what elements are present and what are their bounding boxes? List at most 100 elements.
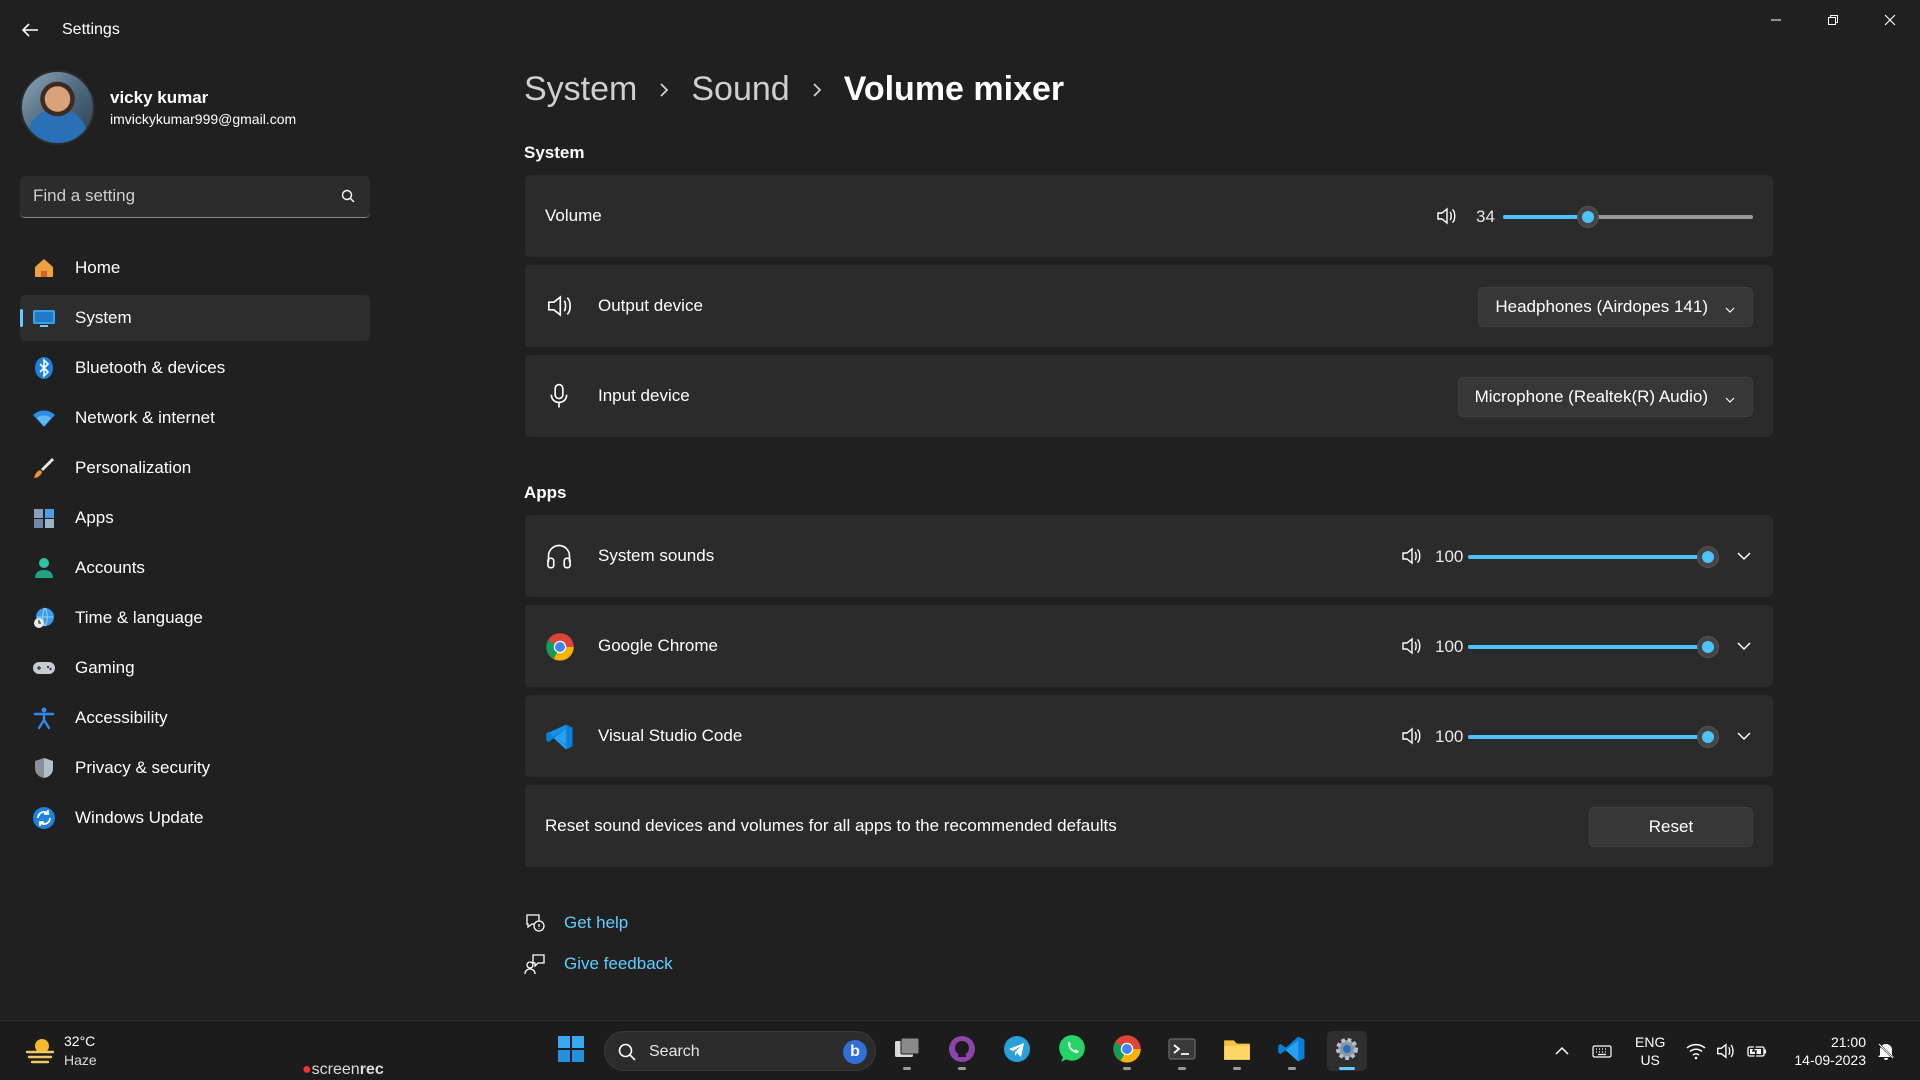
input-device-card: Input device Microphone (Realtek(R) Audi… [525, 355, 1773, 437]
sidebar-item-windows-update[interactable]: Windows Update [20, 795, 370, 841]
app-name: System sounds [598, 546, 715, 565]
slider-thumb[interactable] [1697, 546, 1719, 568]
sidebar-nav: Home System Bluetooth & devices Network … [20, 245, 370, 845]
sidebar-item-network[interactable]: Network & internet [20, 395, 370, 441]
chevron-down-icon [1724, 391, 1736, 403]
app-name: Visual Studio Code [598, 726, 743, 745]
get-help-link[interactable]: Get help [564, 913, 628, 933]
chevron-up-icon[interactable] [1552, 1041, 1572, 1061]
taskbar-search[interactable]: Search b [604, 1031, 876, 1071]
taskbar-app-whatsapp[interactable] [1052, 1031, 1092, 1071]
taskbar: 32°C Haze ●screenrec Search b ENG US 21:… [0, 1020, 1920, 1080]
wifi-icon[interactable] [1686, 1041, 1706, 1061]
search-box[interactable] [20, 176, 370, 218]
avatar[interactable] [20, 70, 95, 145]
headphones-icon [545, 542, 573, 570]
keyboard-icon[interactable] [1592, 1041, 1612, 1061]
taskbar-app-vscode[interactable] [1272, 1031, 1312, 1071]
output-device-dropdown[interactable]: Headphones (Airdopes 141) [1478, 287, 1753, 327]
speaker-icon[interactable] [1400, 545, 1422, 567]
notification-bell-icon[interactable] [1876, 1041, 1896, 1061]
weather-haze-icon[interactable] [24, 1034, 56, 1066]
slider-thumb[interactable] [1697, 726, 1719, 748]
sidebar-item-privacy[interactable]: Privacy & security [20, 745, 370, 791]
give-feedback-link[interactable]: Give feedback [564, 954, 673, 974]
taskbar-app-settings[interactable] [1327, 1031, 1367, 1071]
telegram-icon [1003, 1035, 1031, 1068]
running-indicator [1233, 1067, 1241, 1070]
accessibility-icon [31, 705, 57, 731]
sidebar-item-label: Accessibility [75, 708, 168, 727]
minimize-button[interactable] [1753, 8, 1799, 32]
app-volume-value: 100 [1435, 547, 1464, 566]
clock-time: 21:00 [1830, 1034, 1866, 1050]
app-volume-slider[interactable] [1468, 636, 1719, 658]
language-code: ENG [1635, 1034, 1666, 1050]
output-device-card: Output device Headphones (Airdopes 141) [525, 265, 1773, 347]
app-volume-slider[interactable] [1468, 546, 1719, 568]
start-button[interactable] [551, 1031, 591, 1071]
language-indicator[interactable]: ENG US [1635, 1033, 1665, 1069]
clock-date: 14-09-2023 [1794, 1052, 1866, 1068]
search-input[interactable] [33, 176, 333, 216]
reset-description: Reset sound devices and volumes for all … [545, 816, 1117, 835]
speaker-icon[interactable] [1435, 205, 1457, 227]
chevron-down-icon [1724, 301, 1736, 313]
taskbar-app-terminal[interactable] [1162, 1031, 1202, 1071]
slider-thumb[interactable] [1697, 636, 1719, 658]
feedback-icon [524, 953, 546, 975]
volume-value: 34 [1476, 207, 1495, 226]
search-icon [617, 1042, 637, 1062]
volume-icon[interactable] [1715, 1041, 1735, 1061]
running-indicator [1288, 1067, 1296, 1070]
clock[interactable]: 21:00 14-09-2023 [1786, 1033, 1866, 1069]
back-arrow-icon[interactable] [18, 18, 42, 42]
taskbar-app-telegram[interactable] [997, 1031, 1037, 1071]
reset-card: Reset sound devices and volumes for all … [525, 785, 1773, 867]
section-label-apps: Apps [524, 483, 567, 502]
taskbar-app-chrome[interactable] [1107, 1031, 1147, 1071]
sidebar-item-personalization[interactable]: Personalization [20, 445, 370, 491]
running-indicator [1123, 1067, 1131, 1070]
gamepad-icon [31, 655, 57, 681]
speaker-icon[interactable] [1400, 725, 1422, 747]
update-icon [31, 805, 57, 831]
region-code: US [1640, 1052, 1660, 1068]
close-button[interactable] [1867, 8, 1913, 32]
reset-button[interactable]: Reset [1589, 807, 1753, 847]
speaker-icon [545, 292, 573, 320]
app-volume-slider[interactable] [1468, 726, 1719, 748]
restore-button[interactable] [1810, 8, 1856, 32]
sidebar-item-apps[interactable]: Apps [20, 495, 370, 541]
slider-thumb[interactable] [1577, 206, 1599, 228]
breadcrumb-sound[interactable]: Sound [691, 70, 789, 109]
bing-icon[interactable]: b [843, 1040, 867, 1064]
weather-temperature: 32°C [64, 1033, 96, 1049]
speaker-icon[interactable] [1400, 635, 1422, 657]
battery-charging-icon[interactable] [1747, 1041, 1767, 1061]
brush-icon [31, 455, 57, 481]
taskbar-app-file-explorer[interactable] [1217, 1031, 1257, 1071]
taskbar-app-task-view[interactable] [887, 1031, 927, 1071]
vscode-icon [545, 722, 573, 750]
sidebar-item-accounts[interactable]: Accounts [20, 545, 370, 591]
input-device-dropdown[interactable]: Microphone (Realtek(R) Audio) [1457, 377, 1753, 417]
windows-logo-icon [557, 1035, 585, 1068]
sidebar-item-accessibility[interactable]: Accessibility [20, 695, 370, 741]
search-icon[interactable] [340, 188, 356, 204]
sidebar-item-gaming[interactable]: Gaming [20, 645, 370, 691]
output-device-value: Headphones (Airdopes 141) [1495, 297, 1708, 316]
taskbar-app-github[interactable] [942, 1031, 982, 1071]
volume-slider[interactable] [1503, 206, 1753, 228]
sidebar-item-time-language[interactable]: Time & language [20, 595, 370, 641]
breadcrumb-system[interactable]: System [524, 70, 637, 109]
sidebar-item-home[interactable]: Home [20, 245, 370, 291]
chevron-down-icon[interactable] [1735, 547, 1753, 565]
weather-description: Haze [64, 1052, 97, 1068]
sidebar-item-bluetooth[interactable]: Bluetooth & devices [20, 345, 370, 391]
sidebar-item-system[interactable]: System [20, 295, 370, 341]
title-bar: Settings [0, 0, 1920, 60]
chevron-down-icon[interactable] [1735, 637, 1753, 655]
chevron-down-icon[interactable] [1735, 727, 1753, 745]
user-name: vicky kumar [110, 88, 209, 107]
